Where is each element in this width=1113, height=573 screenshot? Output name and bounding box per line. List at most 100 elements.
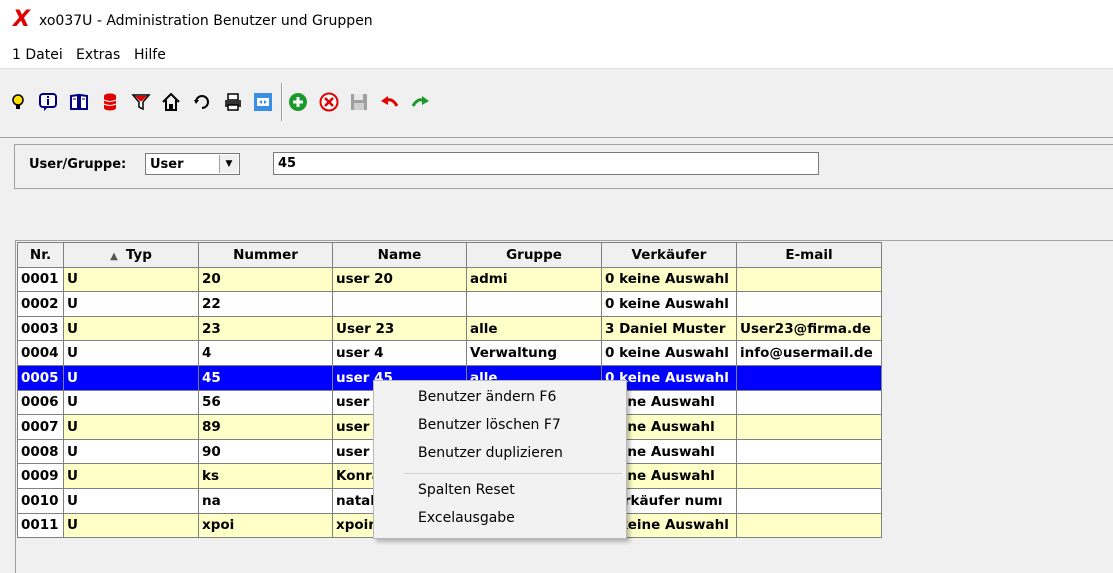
cell-gruppe[interactable]: alle — [466, 315, 602, 342]
cell-nummer[interactable]: 90 — [198, 438, 333, 465]
cell-nr[interactable]: 0002 — [17, 291, 64, 317]
filter-icon[interactable] — [130, 91, 152, 113]
menu-bar: 1 Datei Extras Hilfe — [0, 44, 1113, 68]
table-row[interactable]: 0003 U 23 User 23 alle 3 Daniel Muster User23@… — [17, 315, 882, 342]
cell-nr[interactable]: 0004 — [17, 340, 64, 366]
user-group-select[interactable]: User ▼ — [145, 153, 240, 175]
cell-nr[interactable]: 0003 — [17, 315, 64, 342]
redo-icon[interactable] — [409, 91, 431, 113]
column-header-typ-label: Typ — [125, 246, 152, 263]
cell-email[interactable] — [736, 414, 882, 440]
cell-typ[interactable]: U — [63, 364, 199, 391]
screen-icon[interactable] — [252, 91, 274, 113]
cell-verkaeufer[interactable]: 0 keine Auswahl — [601, 340, 737, 366]
cell-nr[interactable]: 0008 — [17, 438, 64, 465]
cell-nr[interactable]: 0006 — [17, 389, 64, 416]
cell-email[interactable] — [736, 364, 882, 391]
column-header-nr[interactable]: Nr. — [17, 242, 64, 268]
cell-nummer[interactable]: ks — [198, 463, 333, 489]
cell-typ[interactable]: U — [63, 315, 199, 342]
cell-typ[interactable]: U — [63, 414, 199, 440]
lightbulb-icon[interactable] — [7, 91, 29, 113]
cell-nr[interactable]: 0009 — [17, 463, 64, 489]
search-input[interactable]: 45 — [273, 152, 819, 175]
cell-typ[interactable]: U — [63, 463, 199, 489]
cell-nummer[interactable]: 22 — [198, 291, 333, 317]
delete-icon[interactable] — [318, 91, 340, 113]
cell-email[interactable] — [736, 438, 882, 465]
cell-typ[interactable]: U — [63, 487, 199, 514]
menu-item-excel-export[interactable]: Excelausgabe — [418, 510, 515, 526]
cell-typ[interactable]: U — [63, 438, 199, 465]
cell-email[interactable]: info@usermail.de — [736, 340, 882, 366]
cell-name[interactable]: user 20 — [332, 266, 467, 293]
cell-name[interactable] — [332, 291, 467, 317]
refresh-icon[interactable] — [191, 91, 213, 113]
undo-icon[interactable] — [379, 91, 401, 113]
menu-datei[interactable]: 1 Datei — [12, 47, 63, 63]
title-bar: X xo037U - Administration Benutzer und G… — [0, 0, 1113, 44]
cell-typ[interactable]: U — [63, 340, 199, 366]
column-header-typ[interactable]: ▲ Typ — [63, 242, 199, 268]
cell-typ[interactable]: U — [63, 512, 199, 539]
cell-email[interactable] — [736, 463, 882, 489]
chevron-down-icon[interactable]: ▼ — [219, 155, 238, 173]
cell-email[interactable] — [736, 291, 882, 317]
cell-verkaeufer[interactable]: 3 Daniel Muster — [601, 315, 737, 342]
cell-name[interactable]: User 23 — [332, 315, 467, 342]
user-group-label: User/Gruppe: — [29, 157, 127, 172]
cell-nr[interactable]: 0005 — [17, 364, 64, 391]
home-icon[interactable] — [160, 91, 182, 113]
table-row[interactable]: 0002 U 22 0 keine Auswahl — [17, 291, 882, 317]
menu-item-reset-columns[interactable]: Spalten Reset — [418, 482, 515, 498]
column-header-name[interactable]: Name — [332, 242, 467, 268]
database-icon[interactable] — [99, 91, 121, 113]
cell-verkaeufer[interactable]: 0 keine Auswahl — [601, 291, 737, 317]
column-header-gruppe[interactable]: Gruppe — [466, 242, 602, 268]
cell-nummer[interactable]: 89 — [198, 414, 333, 440]
cell-nummer[interactable]: na — [198, 487, 333, 514]
cell-nummer[interactable]: 4 — [198, 340, 333, 366]
cell-nummer[interactable]: 45 — [198, 364, 333, 391]
column-header-nummer[interactable]: Nummer — [198, 242, 333, 268]
cell-gruppe[interactable] — [466, 291, 602, 317]
cell-nr[interactable]: 0011 — [17, 512, 64, 539]
cell-email[interactable] — [736, 512, 882, 539]
toolbar — [0, 68, 1113, 138]
filter-panel: User/Gruppe: User ▼ 45 — [14, 144, 1113, 189]
cell-typ[interactable]: U — [63, 266, 199, 293]
cell-email[interactable] — [736, 266, 882, 293]
print-icon[interactable] — [222, 91, 244, 113]
cell-nr[interactable]: 0010 — [17, 487, 64, 514]
cell-name[interactable]: user 4 — [332, 340, 467, 366]
cell-gruppe[interactable]: admi — [466, 266, 602, 293]
cell-nummer[interactable]: xpoi — [198, 512, 333, 539]
cell-email[interactable]: User23@firma.de — [736, 315, 882, 342]
book-icon[interactable] — [68, 91, 90, 113]
menu-item-edit-user[interactable]: Benutzer ändern F6 — [418, 389, 556, 405]
cell-typ[interactable]: U — [63, 291, 199, 317]
cell-nr[interactable]: 0007 — [17, 414, 64, 440]
cell-verkaeufer[interactable]: 0 keine Auswahl — [601, 266, 737, 293]
cell-nr[interactable]: 0001 — [17, 266, 64, 293]
cell-email[interactable] — [736, 389, 882, 416]
menu-separator — [404, 473, 622, 474]
menu-item-duplicate-user[interactable]: Benutzer duplizieren — [418, 445, 563, 461]
add-icon[interactable] — [287, 91, 309, 113]
save-icon[interactable] — [348, 91, 370, 113]
menu-item-delete-user[interactable]: Benutzer löschen F7 — [418, 417, 561, 433]
sort-ascending-icon: ▲ — [110, 250, 118, 262]
cell-nummer[interactable]: 23 — [198, 315, 333, 342]
info-icon[interactable] — [37, 91, 59, 113]
column-header-verkaeufer[interactable]: Verkäufer — [601, 242, 737, 268]
menu-extras[interactable]: Extras — [76, 47, 120, 63]
table-row[interactable]: 0004 U 4 user 4 Verwaltung 0 keine Auswahl inf… — [17, 340, 882, 366]
cell-nummer[interactable]: 20 — [198, 266, 333, 293]
table-row[interactable]: 0001 U 20 user 20 admi 0 keine Auswahl — [17, 266, 882, 293]
cell-nummer[interactable]: 56 — [198, 389, 333, 416]
cell-gruppe[interactable]: Verwaltung — [466, 340, 602, 366]
cell-typ[interactable]: U — [63, 389, 199, 416]
column-header-email[interactable]: E-mail — [736, 242, 882, 268]
menu-hilfe[interactable]: Hilfe — [134, 47, 166, 63]
cell-email[interactable] — [736, 487, 882, 514]
